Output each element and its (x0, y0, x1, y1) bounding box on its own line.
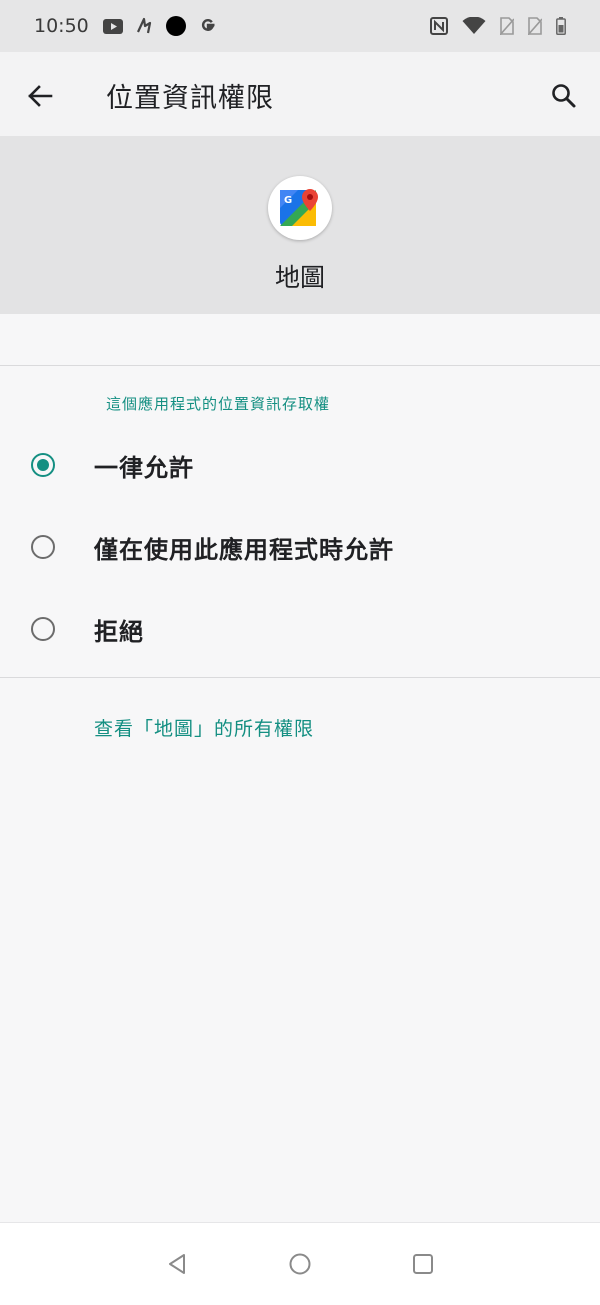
google-icon (199, 17, 217, 35)
option-deny[interactable]: 拒絕 (0, 588, 600, 670)
status-bar: 10:50 (0, 0, 600, 52)
google-maps-icon: G (268, 176, 332, 240)
status-bar-right (430, 17, 566, 35)
navigation-bar (0, 1222, 600, 1305)
divider (0, 365, 600, 366)
dot-icon (165, 15, 187, 37)
radio-button[interactable] (31, 535, 55, 559)
nav-back-button[interactable] (162, 1249, 192, 1279)
back-button[interactable] (22, 78, 58, 114)
nav-home-icon (289, 1253, 311, 1275)
nav-home-button[interactable] (285, 1249, 315, 1279)
status-time: 10:50 (34, 15, 89, 37)
option-always-allow[interactable]: 一律允許 (0, 424, 600, 506)
search-button[interactable] (546, 78, 582, 114)
wifi-icon (462, 17, 486, 35)
nav-back-icon (169, 1254, 185, 1274)
app-name: 地圖 (274, 263, 325, 292)
status-bar-left: 10:50 (34, 15, 217, 37)
battery-icon (556, 17, 566, 35)
no-sim-icon (528, 17, 542, 35)
youtube-icon (102, 18, 123, 34)
app-bar: 位置資訊權限 (0, 52, 600, 136)
option-label: 一律允許 (94, 453, 194, 482)
divider (0, 677, 600, 678)
radio-button-selected[interactable] (31, 453, 55, 477)
option-allow-while-using[interactable]: 僅在使用此應用程式時允許 (0, 506, 600, 588)
no-sim-icon (500, 17, 514, 35)
nfc-icon (430, 17, 448, 35)
option-label: 拒絕 (94, 617, 144, 646)
back-arrow-icon (28, 85, 53, 107)
nav-recents-icon (413, 1254, 433, 1274)
option-label: 僅在使用此應用程式時允許 (94, 535, 394, 564)
spacer (0, 314, 600, 366)
svg-text:G: G (284, 195, 292, 206)
search-icon (552, 84, 576, 108)
app-header: G 地圖 (0, 136, 600, 314)
see-all-permissions-link[interactable]: 查看「地圖」的所有權限 (94, 714, 314, 741)
page-title: 位置資訊權限 (106, 83, 274, 114)
gesture-app-icon (135, 17, 153, 35)
nav-recents-button[interactable] (408, 1249, 438, 1279)
section-header: 這個應用程式的位置資訊存取權 (106, 395, 331, 413)
radio-button[interactable] (31, 617, 55, 641)
